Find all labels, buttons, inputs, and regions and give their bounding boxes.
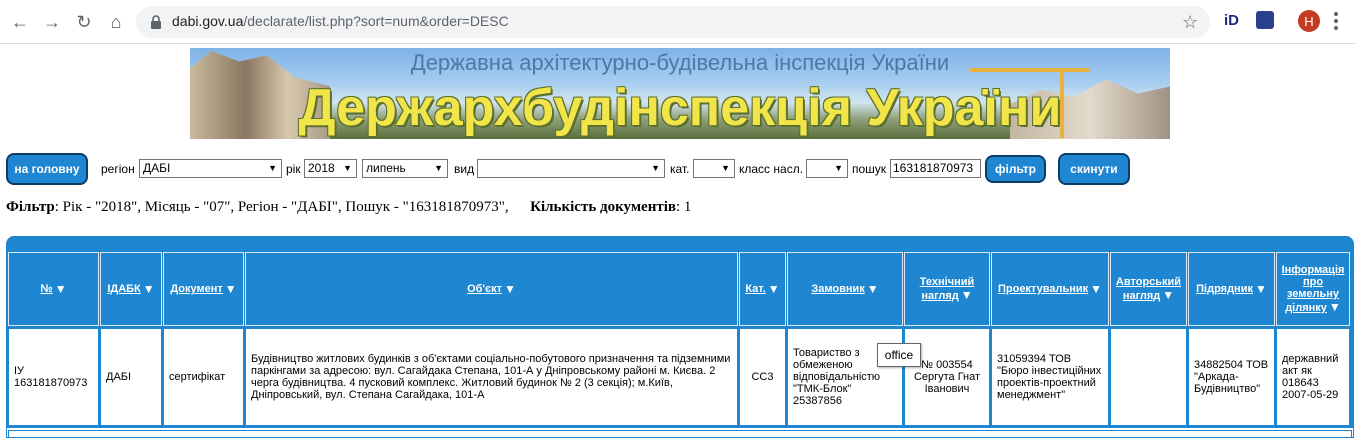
column-header-document-link[interactable]: Документ [170,283,222,295]
column-header-category-link[interactable]: Кат. [745,283,765,295]
lock-icon [151,15,161,29]
sort-triangle-icon: ▼ [1090,282,1103,296]
sort-triangle-icon: ▼ [504,282,516,296]
year-select-value: 2018 [308,161,335,175]
cell-contractor: 34882504 ТОВ "Аркада-Будівництво" [1188,328,1275,426]
month-select[interactable]: липень ▼ [362,159,448,178]
filter-button[interactable]: фільтр [985,155,1046,183]
column-header-designer-link[interactable]: Проектувальник [998,283,1088,295]
region-select-value: ДАБІ [143,161,171,175]
forward-arrow-icon[interactable]: → [40,10,64,34]
column-header-land-info[interactable]: Інформація про земельну ділянку ▼ [1276,252,1350,326]
reset-button[interactable]: скинути [1058,153,1130,185]
reload-icon[interactable]: ↻ [72,10,96,34]
category-label: кат. [670,162,690,176]
banner-title: Держархбудінспекція України [298,79,1062,137]
chevron-down-icon: ▼ [343,163,352,173]
search-input[interactable]: 163181870973 [890,159,981,178]
year-label: рік [286,162,301,176]
chevron-down-icon: ▼ [651,163,660,173]
document-count-value: : 1 [675,199,692,215]
column-header-number-link[interactable]: № [40,283,52,295]
year-select[interactable]: 2018 ▼ [304,159,357,178]
column-header-author-supervision[interactable]: Авторський нагляд ▼ [1110,252,1187,326]
cell-category: СС3 [739,328,786,426]
type-label: вид [454,162,475,176]
column-header-customer[interactable]: Замовник ▼ [787,252,903,326]
column-header-object-link[interactable]: Об'єкт [467,283,502,295]
url-host: dabi.gov.ua [172,13,244,29]
address-bar[interactable]: dabi.gov.ua/declarate/list.php?sort=num&… [136,6,1210,38]
column-header-object[interactable]: Об'єкт ▼ [245,252,738,326]
hover-tooltip: office [877,343,921,367]
chevron-down-icon: ▼ [721,163,730,173]
extension-id-icon[interactable]: iD [1224,12,1239,29]
column-header-designer[interactable]: Проектувальник ▼ [991,252,1109,326]
region-select[interactable]: ДАБІ ▼ [139,159,282,178]
column-header-tech-supervision[interactable]: Технічний нагляд ▼ [904,252,990,326]
url-path: /declarate/list.php?sort=num&order=DESC [243,13,509,29]
chevron-down-icon: ▼ [834,163,843,173]
filter-summary-label: Фільтр [6,199,55,215]
type-select[interactable]: ▼ [477,159,665,178]
cell-object: Будівництво житлових будинків з об'єктам… [245,328,738,426]
bookmark-star-icon[interactable]: ☆ [1182,12,1198,33]
chevron-down-icon: ▼ [434,163,443,173]
browser-toolbar: ← → ↻ ⌂ dabi.gov.ua/declarate/list.php?s… [0,0,1356,44]
sort-triangle-icon: ▼ [224,282,237,296]
region-label: регіон [101,162,135,176]
cell-author-supervision [1110,328,1187,426]
extension-icon[interactable] [1256,11,1274,29]
document-count-label: Кількість документів [530,199,676,215]
column-header-contractor-link[interactable]: Підрядник [1196,283,1253,295]
sort-triangle-icon: ▼ [960,288,973,302]
cell-number: ІУ 163181870973 [8,328,99,426]
back-arrow-icon[interactable]: ← [8,10,32,34]
sort-triangle-icon: ▼ [54,282,67,296]
class-select[interactable]: ▼ [806,159,848,178]
cell-idabk: ДАБІ [100,328,162,426]
browser-menu-icon[interactable] [1332,10,1340,32]
month-select-value: липень [366,161,406,175]
sort-triangle-icon: ▼ [1328,300,1341,314]
column-header-category[interactable]: Кат. ▼ [739,252,786,326]
cell-document: сертифікат [163,328,244,426]
sort-triangle-icon: ▼ [1254,282,1267,296]
banner-subtitle: Державна архітектурно-будівельна інспекц… [410,50,950,75]
column-header-idabk[interactable]: ІДАБК ▼ [100,252,162,326]
column-header-customer-link[interactable]: Замовник [811,283,864,295]
sort-triangle-icon: ▼ [1162,288,1175,302]
home-icon[interactable]: ⌂ [104,10,128,34]
category-select[interactable]: ▼ [693,159,735,178]
column-header-document[interactable]: Документ ▼ [163,252,244,326]
column-header-number[interactable]: № ▼ [8,252,99,326]
table-footer-pager [8,430,1352,438]
cell-designer: 31059394 ТОВ "Бюро інвестиційних проекті… [991,328,1109,426]
search-label: пошук [852,162,887,176]
chevron-down-icon: ▼ [268,163,277,173]
column-header-idabk-link[interactable]: ІДАБК [107,283,140,295]
sort-triangle-icon: ▼ [866,282,879,296]
url-text: dabi.gov.ua/declarate/list.php?sort=num&… [172,13,509,29]
class-label: класс насл. [739,162,804,176]
column-header-contractor[interactable]: Підрядник ▼ [1188,252,1275,326]
sort-triangle-icon: ▼ [142,282,155,296]
results-table: № ▼ ІДАБК ▼ Документ ▼ Об'єкт ▼ Кат. ▼ Замовн… [6,236,1354,438]
site-banner: Державна архітектурно-будівельна інспекц… [190,48,1170,139]
filter-summary-text: : Рік - "2018", Місяць - "07", Регіон - … [54,199,509,215]
sort-triangle-icon: ▼ [767,282,780,296]
home-button[interactable]: на головну [6,153,88,185]
filter-summary: Фільтр: Рік - "2018", Місяць - "07", Рег… [6,199,691,216]
profile-avatar[interactable]: H [1298,10,1320,32]
cell-land-info: державний акт як 018643 2007-05-29 [1276,328,1350,426]
